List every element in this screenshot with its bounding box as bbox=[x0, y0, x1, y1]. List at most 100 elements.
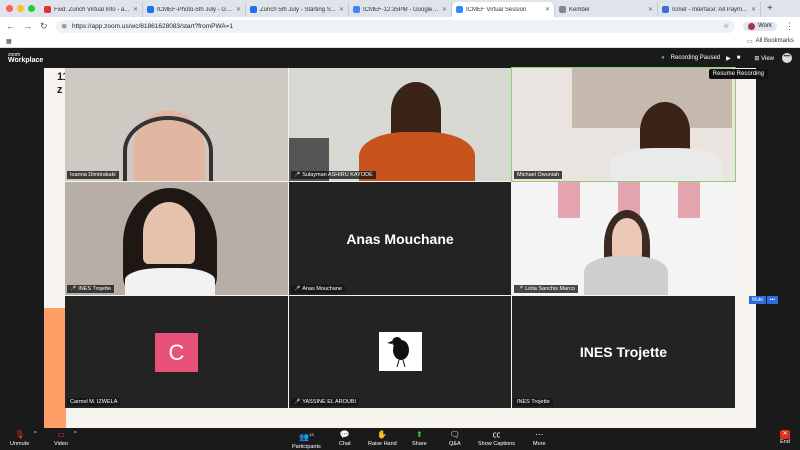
docs-icon bbox=[353, 6, 360, 13]
profile-button[interactable]: Work bbox=[743, 21, 777, 31]
all-bookmarks[interactable]: ▭ All Bookmarks bbox=[747, 38, 794, 45]
browser-tab[interactable]: ICMEF-12:35PM - Google D... ✕ bbox=[349, 2, 452, 17]
captions-icon: ㏄ bbox=[492, 430, 501, 439]
video-tile[interactable]: C Carmel M. IZWELA bbox=[65, 296, 288, 408]
resume-recording-tooltip: Resume Recording bbox=[708, 69, 768, 79]
zoom-header: zoom Workplace ● Recording Paused ▶ ■ ⊞ … bbox=[0, 48, 800, 68]
close-tab-icon[interactable]: ✕ bbox=[751, 6, 756, 13]
video-tile[interactable]: 🎤 INES Trojette bbox=[65, 182, 288, 295]
chat-button[interactable]: 💬 Chat bbox=[339, 430, 351, 447]
participant-name-tag: Ioanna Dimitrakaki bbox=[67, 171, 119, 179]
hand-icon: ✋ bbox=[377, 430, 388, 439]
apps-grid-icon[interactable]: ▦ bbox=[6, 38, 12, 45]
end-icon: ✕ bbox=[780, 430, 790, 439]
grid-icon: ⊞ bbox=[754, 55, 760, 62]
globe-icon bbox=[559, 6, 566, 13]
minimize-window-button[interactable] bbox=[17, 5, 24, 12]
browser-tab[interactable]: Zurich 5th July - Starting S... ✕ bbox=[246, 2, 349, 17]
share-button[interactable]: ⬆ Share bbox=[412, 430, 427, 447]
participant-name-tag: 🎤 INES Trojette bbox=[67, 285, 114, 293]
recording-status: Recording Paused bbox=[670, 55, 721, 61]
stop-recording-button[interactable]: ■ bbox=[737, 55, 741, 61]
headset-icon bbox=[123, 116, 213, 181]
participant-video bbox=[125, 268, 215, 295]
video-tile[interactable]: 🎤 Sulayman ASHIRU KAYODE bbox=[289, 68, 511, 181]
close-tab-icon[interactable]: ✕ bbox=[236, 6, 241, 13]
new-tab-icon[interactable]: + bbox=[761, 3, 773, 14]
video-tile[interactable]: INES Trojette INES Trojette bbox=[512, 296, 735, 408]
participants-icon: 👥13 bbox=[299, 432, 314, 442]
bird-icon bbox=[387, 337, 409, 368]
mic-off-icon: 🎙 bbox=[14, 430, 25, 439]
mute-button[interactable]: Mute bbox=[748, 296, 766, 304]
qa-button[interactable]: 🗨 Q&A bbox=[449, 430, 461, 447]
recording-controls: ● Recording Paused ▶ ■ bbox=[661, 55, 740, 62]
address-bar[interactable]: ⊜ https://app.zoom.us/wc/81861628083/sta… bbox=[55, 19, 736, 33]
browser-menu-icon[interactable]: ⋮ bbox=[785, 21, 794, 32]
close-tab-icon[interactable]: ✕ bbox=[442, 6, 447, 13]
chat-icon: 💬 bbox=[339, 430, 350, 439]
participant-video bbox=[584, 256, 668, 295]
site-info-icon[interactable]: ⊜ bbox=[62, 22, 67, 30]
profile-avatar bbox=[748, 22, 756, 30]
close-tab-icon[interactable]: ✕ bbox=[648, 6, 653, 13]
view-button[interactable]: ⊞ View bbox=[754, 55, 774, 62]
meeting-toolbar: 🎙 Unmute ^ ▭ Video ^ 👥13 Participants 💬 Chat… bbox=[0, 428, 800, 450]
participant-name-tag: 🎤 Lidia Sanchis Marco bbox=[514, 285, 578, 293]
browser-tab[interactable]: Fwd: Zurich Virtual Info - a... ✕ bbox=[40, 2, 143, 17]
browser-tab[interactable]: ICMEF-Photo-5th July - Go... ✕ bbox=[143, 2, 246, 17]
browser-tab[interactable]: Kembel ✕ bbox=[555, 2, 658, 17]
video-button[interactable]: ▭ Video bbox=[54, 430, 68, 447]
drive-icon bbox=[250, 6, 257, 13]
mic-muted-icon: 🎤 bbox=[294, 399, 301, 405]
end-meeting-button[interactable]: ✕ End bbox=[780, 430, 790, 445]
audio-options-chevron-icon[interactable]: ^ bbox=[34, 431, 37, 437]
participant-video bbox=[359, 132, 475, 181]
mic-muted-icon: 🎤 bbox=[294, 172, 301, 178]
participant-name-tag: INES Trojette bbox=[514, 398, 553, 406]
video-tile[interactable]: Anas Mouchane 🎤 Anas Mouchane bbox=[289, 182, 511, 295]
participants-button[interactable]: 👥13 Participants bbox=[292, 430, 321, 450]
mic-muted-icon: 🎤 bbox=[294, 286, 301, 292]
video-tile[interactable]: 🎤 Lidia Sanchis Marco bbox=[512, 182, 735, 295]
drive-icon bbox=[147, 6, 154, 13]
raise-hand-button[interactable]: ✋ Raise Hand bbox=[368, 430, 397, 447]
show-captions-button[interactable]: ㏄ Show Captions bbox=[478, 430, 515, 447]
close-tab-icon[interactable]: ✕ bbox=[133, 6, 138, 13]
resume-recording-button[interactable]: ▶ bbox=[726, 55, 731, 62]
unmute-button[interactable]: 🎙 Unmute bbox=[10, 430, 29, 447]
close-window-button[interactable] bbox=[6, 5, 13, 12]
mic-muted-icon: 🎤 bbox=[517, 286, 524, 292]
back-icon[interactable]: ← bbox=[6, 21, 15, 31]
more-options-icon[interactable]: ••• bbox=[782, 53, 792, 63]
close-tab-icon[interactable]: ✕ bbox=[339, 6, 344, 13]
url-text: https://app.zoom.us/wc/81861628083/start… bbox=[72, 22, 234, 30]
participant-name-tag: 🎤 Sulayman ASHIRU KAYODE bbox=[291, 171, 376, 179]
browser-tab[interactable]: Icmef - Interface: All Paym... ✕ bbox=[658, 2, 761, 17]
maximize-window-button[interactable] bbox=[28, 5, 35, 12]
shield-icon: ● bbox=[661, 55, 665, 61]
video-tile-active-speaker[interactable]: Michael Owuniah bbox=[511, 67, 736, 182]
zoom-logo: zoom Workplace bbox=[8, 52, 44, 64]
video-tile[interactable]: 🎤 YASSINE EL AROUBI bbox=[289, 296, 511, 408]
close-tab-icon[interactable]: ✕ bbox=[545, 6, 550, 13]
more-button[interactable]: ⋯ More bbox=[533, 430, 546, 447]
video-tile[interactable]: Ioanna Dimitrakaki bbox=[65, 68, 288, 181]
bookmark-star-icon[interactable]: ☆ bbox=[723, 22, 729, 30]
participant-display-name: INES Trojette bbox=[579, 344, 668, 360]
reload-icon[interactable]: ↻ bbox=[40, 21, 48, 32]
forward-icon[interactable]: → bbox=[23, 21, 32, 31]
participant-name-tag: 🎤 YASSINE EL AROUBI bbox=[291, 398, 360, 406]
tile-more-options-icon[interactable]: ••• bbox=[766, 296, 778, 304]
slide-decoration bbox=[44, 308, 66, 428]
participant-name-tag: Carmel M. IZWELA bbox=[67, 398, 121, 406]
mic-muted-icon: 🎤 bbox=[70, 286, 77, 292]
browser-tab-bar: Fwd: Zurich Virtual Info - a... ✕ ICMEF-P… bbox=[0, 0, 800, 17]
browser-tab-active[interactable]: ICMEF Virtual Session ✕ bbox=[452, 2, 555, 17]
participant-display-name: Anas Mouchane bbox=[346, 230, 454, 247]
bookmarks-bar: ▦ ▭ All Bookmarks bbox=[0, 35, 800, 48]
folder-icon: ▭ bbox=[746, 38, 753, 45]
video-options-chevron-icon[interactable]: ^ bbox=[74, 431, 77, 437]
browser-nav-bar: ← → ↻ ⊜ https://app.zoom.us/wc/818616280… bbox=[0, 17, 800, 35]
participant-avatar-initial: C bbox=[155, 333, 198, 372]
